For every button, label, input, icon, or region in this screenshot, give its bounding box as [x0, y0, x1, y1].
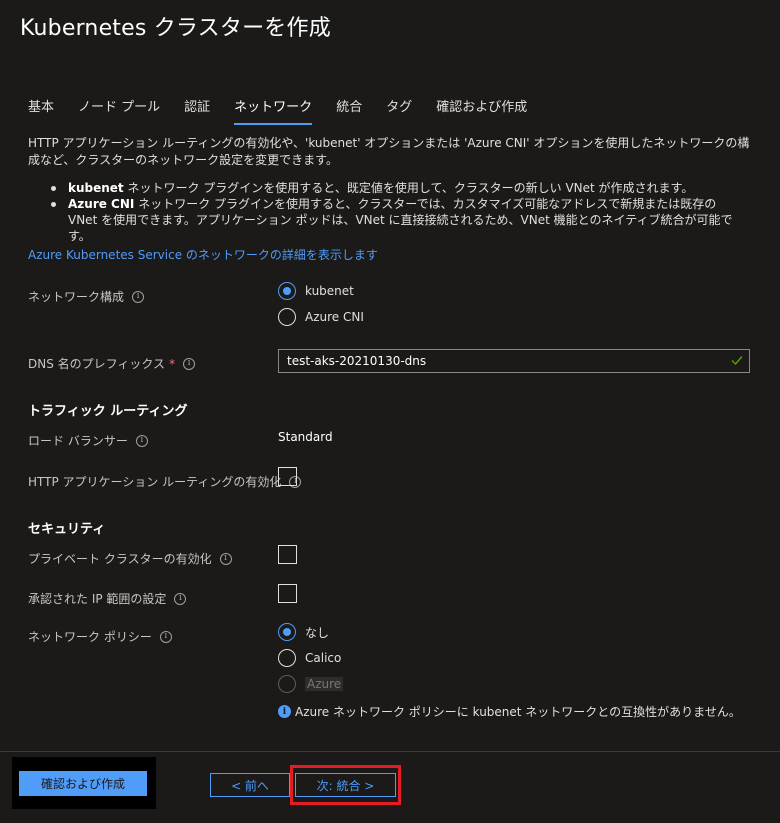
- networking-description: HTTP アプリケーション ルーティングの有効化や、'kubenet' オプショ…: [28, 136, 750, 167]
- network-config-label-text: ネットワーク構成: [28, 290, 125, 304]
- radio-policy-none[interactable]: なし: [278, 623, 329, 641]
- private-cluster-label-text: プライベート クラスターの有効化: [28, 552, 212, 566]
- private-cluster-checkbox[interactable]: [278, 545, 297, 564]
- private-cluster-label: プライベート クラスターの有効化 i: [28, 550, 232, 567]
- info-icon[interactable]: i: [159, 630, 172, 643]
- bullet-kubenet: kubenet ネットワーク プラグインを使用すると、既定値を使用して、クラスタ…: [48, 180, 748, 196]
- dns-prefix-label: DNS 名のプレフィックス * i: [28, 355, 196, 372]
- info-icon[interactable]: i: [135, 434, 148, 447]
- info-icon[interactable]: i: [132, 290, 145, 303]
- tab-node-pools[interactable]: ノード プール: [78, 96, 160, 125]
- load-balancer-label-text: ロード バランサー: [28, 434, 128, 448]
- authorized-ip-label: 承認された IP 範囲の設定 i: [28, 590, 187, 607]
- highlight-box: [290, 765, 401, 805]
- dns-prefix-label-text: DNS 名のプレフィックス: [28, 357, 166, 371]
- required-marker: *: [169, 356, 176, 371]
- load-balancer-value: Standard: [278, 430, 333, 444]
- tab-review-create[interactable]: 確認および作成: [436, 96, 527, 125]
- networking-docs-link[interactable]: Azure Kubernetes Service のネットワークの詳細を表示しま…: [28, 246, 378, 263]
- dns-prefix-value[interactable]: test-aks-20210130-dns: [287, 354, 426, 368]
- radio-selected-icon[interactable]: [278, 623, 296, 641]
- info-icon[interactable]: i: [183, 357, 196, 370]
- validation-check-icon: [731, 356, 743, 366]
- tab-bar: 基本 ノード プール 認証 ネットワーク 統合 タグ 確認および作成: [28, 96, 551, 125]
- info-filled-icon: i: [278, 705, 291, 718]
- http-routing-label-text: HTTP アプリケーション ルーティングの有効化: [28, 475, 282, 489]
- http-routing-label: HTTP アプリケーション ルーティングの有効化 i: [28, 473, 302, 490]
- radio-policy-calico-label: Calico: [305, 651, 342, 665]
- radio-selected-icon[interactable]: [278, 282, 296, 300]
- traffic-routing-heading: トラフィック ルーティング: [28, 404, 188, 419]
- network-policy-label-text: ネットワーク ポリシー: [28, 630, 152, 644]
- radio-policy-calico[interactable]: Calico: [278, 649, 341, 667]
- policy-compat-note-text: Azure ネットワーク ポリシーに kubenet ネットワークとの互換性があ…: [295, 705, 741, 719]
- security-heading: セキュリティ: [28, 522, 106, 537]
- bullet-kubenet-text: ネットワーク プラグインを使用すると、既定値を使用して、クラスターの新しい VN…: [123, 181, 694, 195]
- radio-azure-cni[interactable]: Azure CNI: [278, 308, 364, 326]
- radio-azure-cni-label: Azure CNI: [305, 310, 364, 324]
- bullet-azure-cni-term: Azure CNI: [68, 197, 135, 211]
- info-icon[interactable]: i: [174, 592, 187, 605]
- bullet-azure-cni: Azure CNI ネットワーク プラグインを使用すると、クラスターでは、カスタ…: [48, 196, 748, 244]
- tab-authentication[interactable]: 認証: [184, 96, 210, 125]
- radio-policy-azure: Azure: [278, 675, 344, 693]
- radio-disabled-icon: [278, 675, 296, 693]
- dns-prefix-input[interactable]: test-aks-20210130-dns: [278, 349, 750, 373]
- load-balancer-label: ロード バランサー i: [28, 432, 148, 449]
- bullet-azure-cni-text: ネットワーク プラグインを使用すると、クラスターでは、カスタマイズ可能なアドレス…: [68, 197, 733, 243]
- radio-kubenet[interactable]: kubenet: [278, 282, 354, 300]
- radio-policy-none-label: なし: [305, 625, 330, 640]
- page-title: Kubernetes クラスターを作成: [20, 16, 331, 41]
- bullet-kubenet-term: kubenet: [68, 181, 124, 195]
- radio-unselected-icon[interactable]: [278, 649, 296, 667]
- review-create-button[interactable]: 確認および作成: [19, 771, 147, 796]
- http-routing-checkbox[interactable]: [278, 467, 297, 486]
- tab-networking[interactable]: ネットワーク: [234, 96, 313, 125]
- radio-unselected-icon[interactable]: [278, 308, 296, 326]
- network-policy-label: ネットワーク ポリシー i: [28, 628, 172, 645]
- authorized-ip-checkbox[interactable]: [278, 584, 297, 603]
- authorized-ip-label-text: 承認された IP 範囲の設定: [28, 592, 167, 606]
- tab-tags[interactable]: タグ: [386, 96, 412, 125]
- radio-policy-azure-label: Azure: [305, 677, 344, 691]
- previous-button[interactable]: < 前へ: [210, 773, 290, 797]
- plugin-bullet-list: kubenet ネットワーク プラグインを使用すると、既定値を使用して、クラスタ…: [48, 180, 748, 244]
- info-icon[interactable]: i: [219, 552, 232, 565]
- policy-compat-note: i Azure ネットワーク ポリシーに kubenet ネットワークとの互換性…: [278, 703, 741, 720]
- network-config-label: ネットワーク構成 i: [28, 288, 145, 305]
- tab-integrations[interactable]: 統合: [336, 96, 362, 125]
- radio-kubenet-label: kubenet: [305, 284, 354, 298]
- tab-basics[interactable]: 基本: [28, 96, 54, 125]
